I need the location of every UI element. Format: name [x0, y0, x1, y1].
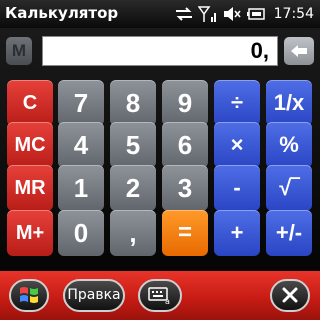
- digit-9-button[interactable]: 9: [162, 80, 208, 126]
- start-button[interactable]: [9, 279, 49, 312]
- digit-0-button[interactable]: 0: [58, 210, 104, 256]
- digit-1-button[interactable]: 1: [58, 165, 104, 211]
- clear-button[interactable]: C: [7, 80, 53, 126]
- multiply-button[interactable]: ×: [214, 122, 260, 168]
- percent-button[interactable]: %: [266, 122, 312, 168]
- memory-indicator: M: [6, 37, 32, 65]
- close-icon: [282, 287, 298, 303]
- backspace-button[interactable]: [284, 37, 314, 65]
- digit-2-button[interactable]: 2: [110, 165, 156, 211]
- divide-button[interactable]: ÷: [214, 80, 260, 126]
- volume-mute-icon[interactable]: [222, 5, 242, 23]
- windows-logo-icon: [20, 287, 38, 303]
- plus-button[interactable]: +: [214, 210, 260, 256]
- keyboard-icon: a: [148, 287, 170, 305]
- status-bar: Калькулятор 17:54: [0, 0, 320, 28]
- battery-charging-icon[interactable]: [246, 5, 266, 23]
- sync-icon[interactable]: [174, 5, 194, 23]
- digit-7-button[interactable]: 7: [58, 80, 104, 126]
- edit-menu-button[interactable]: Правка: [63, 279, 125, 312]
- status-icons: 17:54: [174, 4, 314, 24]
- digit-4-button[interactable]: 4: [58, 122, 104, 168]
- reciprocal-button[interactable]: 1/x: [266, 80, 312, 126]
- svg-text:a: a: [165, 297, 170, 305]
- memory-add-button[interactable]: M+: [7, 210, 53, 256]
- clock[interactable]: 17:54: [274, 6, 314, 22]
- softkey-bar: Правка a: [0, 271, 320, 320]
- memory-recall-button[interactable]: MR: [7, 165, 53, 211]
- app-title: Калькулятор: [5, 4, 119, 22]
- sqrt-button[interactable]: √‾: [266, 165, 312, 211]
- signal-icon[interactable]: [197, 5, 218, 23]
- digit-6-button[interactable]: 6: [162, 122, 208, 168]
- equals-button[interactable]: =: [162, 210, 208, 256]
- digit-8-button[interactable]: 8: [110, 80, 156, 126]
- decimal-comma-button[interactable]: ,: [110, 210, 156, 256]
- result-display: 0,: [42, 36, 278, 66]
- input-panel-button[interactable]: a: [138, 279, 182, 312]
- memory-clear-button[interactable]: MC: [7, 122, 53, 168]
- minus-button[interactable]: -: [214, 165, 260, 211]
- arrow-left-icon: [291, 45, 307, 57]
- calculator-panel: M 0, C 7 8 9 ÷ 1/x MC 4 5 6 × % MR 1 2 3…: [0, 28, 320, 271]
- plus-minus-button[interactable]: +/-: [266, 210, 312, 256]
- close-button[interactable]: [270, 279, 310, 312]
- digit-3-button[interactable]: 3: [162, 165, 208, 211]
- digit-5-button[interactable]: 5: [110, 122, 156, 168]
